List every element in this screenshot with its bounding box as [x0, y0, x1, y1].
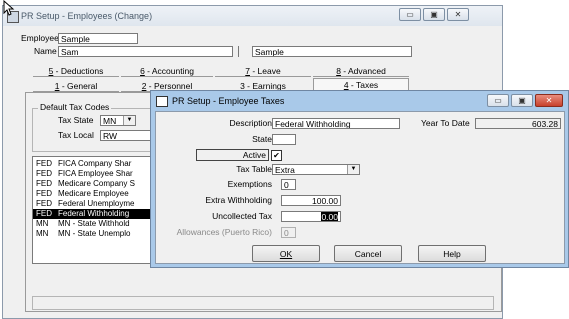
dialog-app-icon: [156, 96, 168, 107]
tax-state-value: MN: [103, 116, 117, 126]
help-button-label: Help: [443, 249, 461, 259]
main-maximize-button[interactable]: ▣: [423, 8, 445, 21]
uncollected-tax-label: Uncollected Tax: [212, 211, 272, 221]
tax-list-row[interactable]: MN MN - State Unemplo: [33, 229, 161, 239]
tax-name: Medicare Employee: [58, 189, 129, 198]
allowances-label: Allowances (Puerto Rico): [176, 227, 272, 237]
tax-list-row[interactable]: FED Medicare Employee: [33, 189, 161, 199]
description-field[interactable]: Federal Withholding: [272, 118, 400, 129]
state-label: State: [252, 134, 272, 144]
tax-list-row[interactable]: FED FICA Company Shar: [33, 159, 161, 169]
tax-local-field[interactable]: RW: [100, 130, 155, 141]
lower-panel: [32, 296, 494, 310]
employee-label: Employee: [21, 33, 59, 43]
employee-field[interactable]: Sample: [58, 33, 138, 44]
last-name-field[interactable]: Sample: [252, 46, 412, 57]
tax-code: FED: [36, 169, 52, 178]
chevron-down-icon[interactable]: ▼: [123, 116, 135, 125]
tax-name: Medicare Company S: [58, 179, 135, 188]
tax-name: FICA Employee Shar: [58, 169, 133, 178]
uncollected-tax-field[interactable]: 0.00: [281, 211, 341, 222]
tax-table-select[interactable]: Extra ▼: [272, 164, 360, 175]
tax-code: FED: [36, 209, 52, 218]
tax-table-value: Extra: [275, 165, 295, 175]
state-field[interactable]: [272, 134, 296, 145]
employee-taxes-dialog: PR Setup - Employee Taxes ▭ ▣ ✕ Descript…: [150, 90, 569, 268]
tax-list-row[interactable]: FED Medicare Company S: [33, 179, 161, 189]
tax-code: FED: [36, 199, 52, 208]
tax-list-row[interactable]: MN MN - State Withhold: [33, 219, 161, 229]
tab-accounting-label: - Accounting: [144, 66, 194, 76]
tax-code: MN: [36, 219, 49, 228]
chevron-down-icon[interactable]: ▼: [347, 165, 359, 174]
tax-state-select[interactable]: MN ▼: [100, 115, 136, 126]
main-window-title: PR Setup - Employees (Change): [21, 11, 153, 21]
tab-taxes-label: - Taxes: [348, 80, 379, 90]
tax-list[interactable]: FED FICA Company Shar FED FICA Employee Sh…: [32, 156, 162, 264]
tax-state-label: Tax State: [58, 115, 94, 125]
ytd-field: 603.28: [475, 118, 561, 129]
tax-code: MN: [36, 229, 49, 238]
dialog-title: PR Setup - Employee Taxes: [172, 96, 285, 106]
tab-general-label: - General: [59, 81, 98, 91]
dialog-titlebar: PR Setup - Employee Taxes ▭ ▣ ✕: [151, 91, 568, 111]
cancel-button-label: Cancel: [354, 249, 382, 259]
tab-leave-label: - Leave: [250, 66, 281, 76]
description-label: Description: [229, 118, 272, 128]
tab-deductions[interactable]: 5 - Deductions: [33, 65, 119, 77]
dialog-body: Description Federal Withholding Year To …: [155, 111, 565, 264]
name-label: Name: [34, 46, 57, 56]
mouse-cursor-icon: [3, 0, 15, 16]
main-close-button[interactable]: ✕: [447, 8, 469, 21]
tax-name: MN - State Withhold: [58, 219, 130, 228]
tax-name: FICA Company Shar: [58, 159, 132, 168]
dialog-close-button[interactable]: ✕: [535, 94, 563, 107]
extra-withholding-field[interactable]: 100.00: [281, 195, 341, 206]
cancel-button[interactable]: Cancel: [334, 245, 402, 262]
tab-accounting[interactable]: 6 - Accounting: [121, 65, 213, 77]
main-titlebar: PR Setup - Employees (Change) ▭ ▣ ✕: [3, 6, 502, 26]
tax-list-row-selected[interactable]: FED Federal Withholding: [33, 209, 161, 219]
allowances-field: 0: [281, 227, 296, 238]
tax-table-label: Tax Table: [236, 164, 272, 174]
tax-name: Federal Unemployme: [58, 199, 135, 208]
active-checkbox[interactable]: ✔: [271, 150, 282, 161]
dialog-maximize-button[interactable]: ▣: [511, 94, 533, 107]
default-tax-codes-label: Default Tax Codes: [38, 102, 112, 113]
ok-button-label: OK: [279, 249, 293, 259]
tab-leave[interactable]: 7 - Leave: [215, 65, 311, 77]
active-label: Active: [196, 149, 269, 161]
ok-button[interactable]: OK: [252, 245, 320, 262]
first-name-field[interactable]: Sam: [58, 46, 233, 57]
tax-code: FED: [36, 189, 52, 198]
tax-code: FED: [36, 179, 52, 188]
extra-withholding-label: Extra Withholding: [205, 195, 272, 205]
help-button[interactable]: Help: [418, 245, 486, 262]
tax-list-row[interactable]: FED FICA Employee Shar: [33, 169, 161, 179]
tab-advanced[interactable]: 8 - Advanced: [313, 65, 409, 77]
tax-code: FED: [36, 159, 52, 168]
exemptions-field[interactable]: 0: [281, 179, 296, 190]
tax-local-label: Tax Local: [58, 130, 94, 140]
tax-name: Federal Withholding: [58, 209, 130, 218]
name-separator: [238, 46, 239, 57]
tab-advanced-label: - Advanced: [340, 66, 386, 76]
tax-name: MN - State Unemplo: [58, 229, 131, 238]
tab-general[interactable]: 1 - General: [33, 80, 119, 92]
dialog-minimize-button[interactable]: ▭: [487, 94, 509, 107]
tax-list-row[interactable]: FED Federal Unemployme: [33, 199, 161, 209]
tab-deductions-label: - Deductions: [53, 66, 104, 76]
ytd-label: Year To Date: [421, 118, 470, 128]
exemptions-label: Exemptions: [227, 179, 272, 189]
uncollected-tax-value: 0.00: [321, 212, 338, 222]
main-minimize-button[interactable]: ▭: [399, 8, 421, 21]
